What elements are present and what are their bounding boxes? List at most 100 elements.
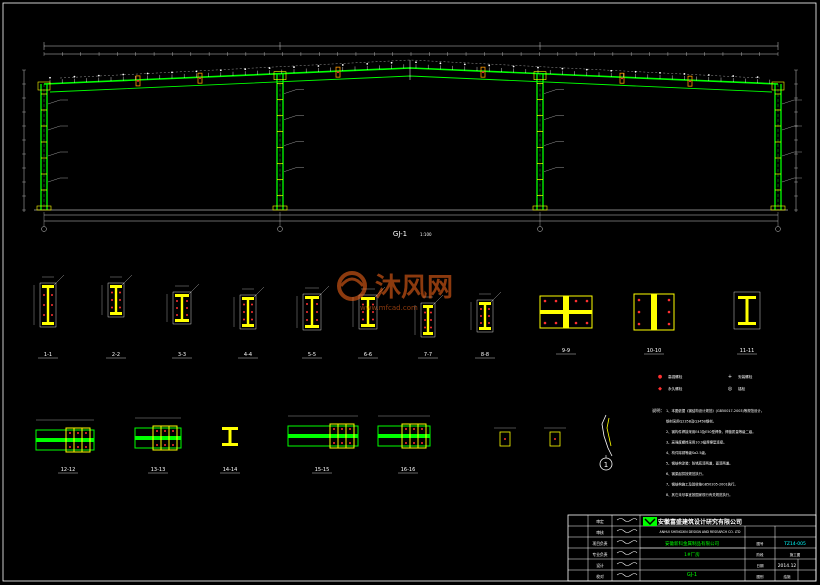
section-bolt xyxy=(51,314,53,316)
section-bolt xyxy=(119,291,121,294)
splice-bolt xyxy=(689,80,691,83)
end-plate-web xyxy=(651,294,657,330)
stiffener-bolt xyxy=(333,428,335,430)
stage-value: 施工图 xyxy=(790,552,801,557)
section-3-3 xyxy=(166,283,200,325)
section-bolt xyxy=(176,314,178,316)
section-bolt xyxy=(51,304,53,306)
stiffener-bolt xyxy=(349,442,351,444)
section-label: 10-10 xyxy=(647,348,662,354)
section-bolt xyxy=(243,318,245,321)
stiffener-bolt xyxy=(341,428,343,430)
legend-text: 锚栓 xyxy=(738,386,746,391)
plate-bolt xyxy=(667,310,671,314)
title-role-label: 专业负责 xyxy=(592,552,607,557)
section-bolt xyxy=(186,314,188,316)
purlin-mark xyxy=(49,76,51,79)
section-9-9 xyxy=(539,295,593,329)
drawing-name: GJ-1 xyxy=(687,572,697,578)
title-role-label: 项目负责 xyxy=(592,541,607,546)
axis-bubble xyxy=(41,226,47,232)
annotation-leader xyxy=(283,89,297,94)
purlin-mark xyxy=(341,64,344,66)
section-13-13 xyxy=(134,417,182,451)
stiffener-bolt xyxy=(413,428,415,430)
drawing-no-label: 图号 xyxy=(757,541,765,546)
detail-callout-number: 1 xyxy=(604,461,608,469)
section-bolt xyxy=(488,308,490,310)
annotation-leader xyxy=(543,141,557,146)
stiffener-bolt xyxy=(349,428,351,430)
stiffener-bolt xyxy=(156,430,158,432)
section-bolt xyxy=(43,294,45,296)
splice-bolt xyxy=(482,71,484,74)
steel-column xyxy=(272,71,304,211)
section-bolt xyxy=(480,308,482,310)
title-role-label: 审定 xyxy=(596,519,604,524)
section-16-16 xyxy=(377,415,431,449)
beam-web xyxy=(135,436,181,440)
plate-bolt xyxy=(574,299,578,303)
section-bolt xyxy=(243,303,245,306)
annotation-leader xyxy=(47,125,61,131)
section-14-14 xyxy=(222,427,238,446)
plate-bolt xyxy=(554,299,558,303)
sheet-label: 图别 xyxy=(757,574,765,579)
section-bolt xyxy=(430,311,432,314)
end-plate-rib xyxy=(540,310,592,314)
stiffener-bolt xyxy=(164,430,166,432)
splice-bolt xyxy=(137,79,139,82)
purlin-mark xyxy=(268,67,271,70)
section-bolt xyxy=(306,311,308,313)
stiffener-bolt xyxy=(69,432,71,434)
section-bolt xyxy=(316,319,318,321)
section-label: 15-15 xyxy=(315,467,330,473)
section-label: 12-12 xyxy=(61,467,76,473)
note-line: 2、钢构件焊接采用E43及E50型焊条，焊缝质量等级二级。 xyxy=(666,429,756,434)
plate-bolt xyxy=(543,299,547,303)
section-bolt xyxy=(251,303,253,306)
purlin-mark xyxy=(463,63,466,66)
date-value: 2014.12 xyxy=(778,563,797,569)
plate-bolt xyxy=(554,321,558,325)
section-bolt xyxy=(111,299,113,301)
annotation-leader xyxy=(543,115,557,120)
section-label: 4-4 xyxy=(244,352,252,358)
plate-bolt xyxy=(637,310,641,314)
annotation-leader xyxy=(283,141,297,146)
splice-bolt xyxy=(337,71,339,74)
section-bolt xyxy=(488,322,490,324)
annotation-leader xyxy=(47,177,61,183)
portal-frame-elevation xyxy=(22,42,802,232)
section-12-12 xyxy=(35,419,95,453)
section-bolt xyxy=(488,315,490,317)
section-web xyxy=(426,305,430,335)
legend-text: 安装螺栓 xyxy=(738,374,753,379)
stiffener-bolt xyxy=(77,432,79,434)
project-name: 安徽新科金属制品有限公司 xyxy=(665,540,719,547)
frame-title: GJ-1 xyxy=(393,230,407,238)
steel-column xyxy=(770,81,802,211)
drawing-sheet: GJ-1 1:100 1-1 2-2 3-3 4-4 5-5 6-6 7-7 8-8 9-9 10… xyxy=(2,2,817,582)
stiffener-bolt xyxy=(156,444,158,446)
purlin-mark xyxy=(415,61,417,64)
section-web xyxy=(745,296,749,325)
legend-text: 永久螺栓 xyxy=(668,386,683,391)
section-leader xyxy=(188,283,200,295)
date-label: 日期 xyxy=(757,563,765,568)
signature xyxy=(616,529,638,533)
note-line: 4、构件除锈等级Sa2.5级。 xyxy=(666,450,708,455)
section-label: 9-9 xyxy=(562,348,570,354)
signature xyxy=(616,518,638,522)
plate-bolt xyxy=(543,321,547,325)
notes-heading: 说明： xyxy=(652,407,665,414)
watermark: 沐风网 www.mfcad.com xyxy=(337,271,453,312)
section-leader xyxy=(53,274,65,286)
sheet-value: 结施 xyxy=(784,574,792,579)
symbol-legend: ● 高强螺栓 + 安装螺栓 ◆ 永久螺栓 ◎ 锚栓 xyxy=(658,374,753,392)
detail-callout-1: 1 xyxy=(599,414,613,471)
stiffener-bolt xyxy=(421,442,423,444)
beam-web xyxy=(36,438,94,442)
section-label: 5-5 xyxy=(308,352,316,358)
purlin-mark xyxy=(317,65,320,67)
